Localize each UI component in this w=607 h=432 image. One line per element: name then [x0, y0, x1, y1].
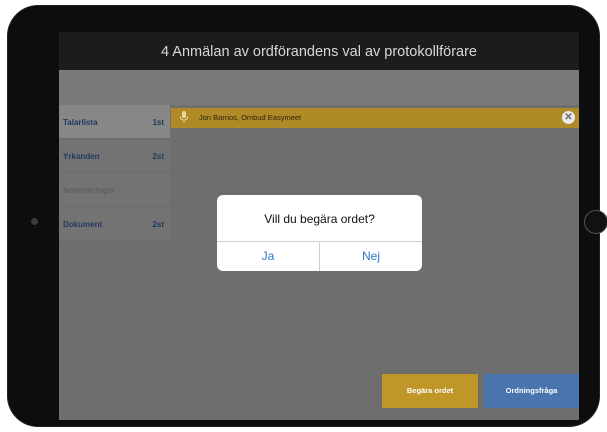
sidebar-item-nomineringar[interactable]: Nomineringar — [59, 173, 170, 207]
sidebar-item-count: 2st — [152, 152, 164, 161]
app-screen: 4 Anmälan av ordförandens val av protoko… — [59, 32, 579, 420]
point-of-order-button[interactable]: Ordningsfråga — [484, 374, 579, 408]
camera-dot — [31, 218, 38, 225]
sidebar-item-dokument[interactable]: Dokument 2st — [59, 207, 170, 241]
page-title: 4 Anmälan av ordförandens val av protoko… — [161, 44, 477, 60]
sidebar-item-talarlista[interactable]: Talarlista 1st — [59, 105, 170, 139]
sub-bar — [59, 70, 579, 105]
yes-button[interactable]: Ja — [217, 242, 319, 271]
sidebar-item-label: Talarlista — [63, 118, 98, 127]
title-bar: 4 Anmälan av ordförandens val av protoko… — [59, 32, 579, 70]
no-button[interactable]: Nej — [320, 242, 422, 271]
request-floor-button[interactable]: Begära ordet — [382, 374, 478, 408]
sidebar-item-count: 1st — [152, 118, 164, 127]
sidebar-item-label: Nomineringar — [63, 186, 116, 195]
sidebar-item-count: 2st — [152, 220, 164, 229]
home-button[interactable] — [584, 210, 607, 234]
speaker-bar: Jon Barrios, Ombud Easymeet ✕ — [171, 108, 579, 128]
speaker-name: Jon Barrios, Ombud Easymeet — [199, 113, 302, 122]
dialog-message: Vill du begära ordet? — [264, 212, 375, 226]
sidebar-item-label: Yrkanden — [63, 152, 100, 161]
sidebar-item-label: Dokument — [63, 220, 103, 229]
tablet-frame: 4 Anmälan av ordförandens val av protoko… — [8, 6, 607, 426]
sidebar: Talarlista 1st Yrkanden 2st Nomineringar… — [59, 105, 170, 241]
close-icon[interactable]: ✕ — [562, 111, 575, 124]
microphone-icon — [180, 111, 188, 123]
request-dialog: Vill du begära ordet? Ja Nej — [217, 195, 422, 271]
sidebar-item-yrkanden[interactable]: Yrkanden 2st — [59, 139, 170, 173]
